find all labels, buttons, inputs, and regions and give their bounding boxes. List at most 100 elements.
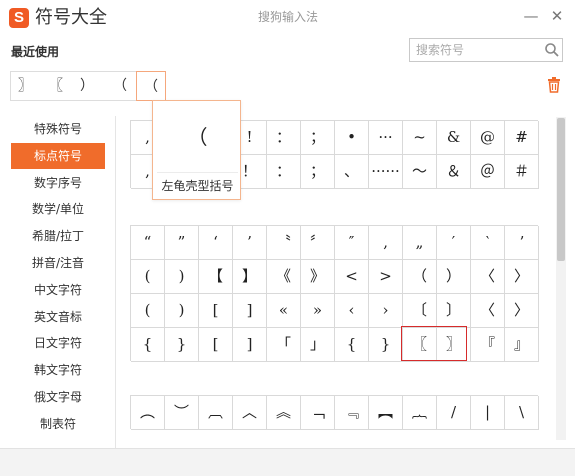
symbol-cell[interactable]: 〖	[403, 328, 437, 362]
symbol-cell[interactable]: 』	[505, 328, 539, 362]
symbol-cell[interactable]: ······	[369, 155, 403, 189]
symbol-cell[interactable]: @	[471, 121, 505, 155]
minimize-button[interactable]: —	[520, 6, 542, 26]
sidebar-item[interactable]: 数字序号	[11, 170, 105, 196]
symbol-cell[interactable]: 〕	[437, 294, 471, 328]
symbol-cell[interactable]: ‵	[471, 226, 505, 260]
sidebar-item[interactable]: 日文字符	[11, 330, 105, 356]
recent-symbol[interactable]: ）	[72, 71, 102, 101]
sidebar-item[interactable]: 制表符	[11, 411, 105, 437]
symbol-cell[interactable]: „	[403, 226, 437, 260]
symbol-cell[interactable]: 〝	[267, 226, 301, 260]
symbol-cell[interactable]: #	[505, 121, 539, 155]
symbol-cell[interactable]: [	[199, 328, 233, 362]
symbol-tooltip: （ 左龟壳型括号	[152, 100, 241, 200]
symbol-cell[interactable]: ：	[267, 155, 301, 189]
symbol-cell[interactable]: ‹	[335, 294, 369, 328]
symbol-cell[interactable]: 〉	[505, 294, 539, 328]
sidebar-item[interactable]: 拼音/注音	[11, 250, 105, 276]
symbol-cell[interactable]: 〉	[505, 260, 539, 294]
symbol-cell[interactable]: ″	[335, 226, 369, 260]
symbol-cell[interactable]: ：	[267, 121, 301, 155]
sidebar-item[interactable]: 希腊/拉丁	[11, 223, 105, 249]
symbol-cell[interactable]: 『	[471, 328, 505, 362]
symbol-cell[interactable]: 」	[301, 328, 335, 362]
recent-symbol[interactable]: 〗	[10, 71, 40, 101]
symbol-cell[interactable]: |	[471, 396, 505, 430]
symbol-cell[interactable]: ]	[233, 294, 267, 328]
symbol-cell[interactable]: ”	[165, 226, 199, 260]
symbol-cell[interactable]: 】	[233, 260, 267, 294]
symbol-cell[interactable]: ；	[301, 155, 335, 189]
symbol-cell[interactable]: ＆	[437, 155, 471, 189]
symbol-cell[interactable]: )	[165, 260, 199, 294]
symbol-cell[interactable]: ︻	[369, 396, 403, 430]
sidebar-item[interactable]: 韩文字符	[11, 357, 105, 383]
symbol-cell[interactable]: }	[165, 328, 199, 362]
recent-symbol[interactable]: （	[136, 71, 166, 101]
sidebar-item[interactable]: 英文音标	[11, 304, 105, 330]
symbol-cell[interactable]: [	[199, 294, 233, 328]
symbol-cell[interactable]: ›	[369, 294, 403, 328]
symbol-cell[interactable]: (	[131, 294, 165, 328]
symbol-cell[interactable]: <	[335, 260, 369, 294]
symbol-cell[interactable]: ʼ	[505, 226, 539, 260]
symbol-cell[interactable]: ＠	[471, 155, 505, 189]
symbol-cell[interactable]: •	[335, 121, 369, 155]
symbol-cell[interactable]: ]	[233, 328, 267, 362]
symbol-cell[interactable]: 〗	[437, 328, 471, 362]
symbol-cell[interactable]: )	[165, 294, 199, 328]
trash-icon[interactable]	[547, 77, 561, 93]
symbol-cell[interactable]: “	[131, 226, 165, 260]
symbol-cell[interactable]: 【	[199, 260, 233, 294]
symbol-cell[interactable]: ︵	[131, 396, 165, 430]
symbol-cell[interactable]: {	[335, 328, 369, 362]
symbol-cell[interactable]: 〞	[301, 226, 335, 260]
search-input[interactable]	[410, 39, 538, 61]
symbol-cell[interactable]: ︽	[267, 396, 301, 430]
symbol-cell[interactable]: ···	[369, 121, 403, 155]
symbol-cell[interactable]: ~	[403, 121, 437, 155]
symbol-cell[interactable]: ︷	[403, 396, 437, 430]
symbol-cell[interactable]: ‚	[369, 226, 403, 260]
sidebar-item[interactable]: 俄文字母	[11, 384, 105, 410]
search-icon[interactable]	[544, 42, 560, 58]
symbol-cell[interactable]: }	[369, 328, 403, 362]
symbol-cell[interactable]: /	[437, 396, 471, 430]
symbol-cell[interactable]: 〔	[403, 294, 437, 328]
symbol-cell[interactable]: 《	[267, 260, 301, 294]
recent-symbol[interactable]: 〖	[41, 71, 71, 101]
symbol-cell[interactable]: ︿	[233, 396, 267, 430]
symbol-cell[interactable]: 「	[267, 328, 301, 362]
symbol-cell[interactable]: ～	[403, 155, 437, 189]
symbol-cell[interactable]: ﹃	[335, 396, 369, 430]
sidebar-item[interactable]: 中文字符	[11, 277, 105, 303]
symbol-cell[interactable]: (	[131, 260, 165, 294]
symbol-cell[interactable]: \	[505, 396, 539, 430]
symbol-cell[interactable]: «	[267, 294, 301, 328]
scrollbar-thumb[interactable]	[557, 118, 565, 261]
symbol-cell[interactable]: 〈	[471, 294, 505, 328]
sidebar-item[interactable]: 数学/单位	[11, 196, 105, 222]
symbol-cell[interactable]: {	[131, 328, 165, 362]
sidebar-item[interactable]: 特殊符号	[11, 116, 105, 142]
symbol-cell[interactable]: >	[369, 260, 403, 294]
symbol-cell[interactable]: 》	[301, 260, 335, 294]
symbol-cell[interactable]: ）	[437, 260, 471, 294]
close-button[interactable]: ✕	[546, 6, 568, 26]
symbol-cell[interactable]: »	[301, 294, 335, 328]
recent-symbol[interactable]: （	[105, 71, 135, 101]
symbol-cell[interactable]: ︶	[165, 396, 199, 430]
symbol-cell[interactable]: ；	[301, 121, 335, 155]
symbol-cell[interactable]: （	[403, 260, 437, 294]
symbol-cell[interactable]: 、	[335, 155, 369, 189]
symbol-cell[interactable]: &	[437, 121, 471, 155]
symbol-cell[interactable]: ﹁	[301, 396, 335, 430]
symbol-cell[interactable]: 〈	[471, 260, 505, 294]
symbol-cell[interactable]: ’	[233, 226, 267, 260]
symbol-cell[interactable]: ′	[437, 226, 471, 260]
symbol-cell[interactable]: ＃	[505, 155, 539, 189]
symbol-cell[interactable]: ︹	[199, 396, 233, 430]
sidebar-item[interactable]: 标点符号	[11, 142, 105, 169]
symbol-cell[interactable]: ‘	[199, 226, 233, 260]
